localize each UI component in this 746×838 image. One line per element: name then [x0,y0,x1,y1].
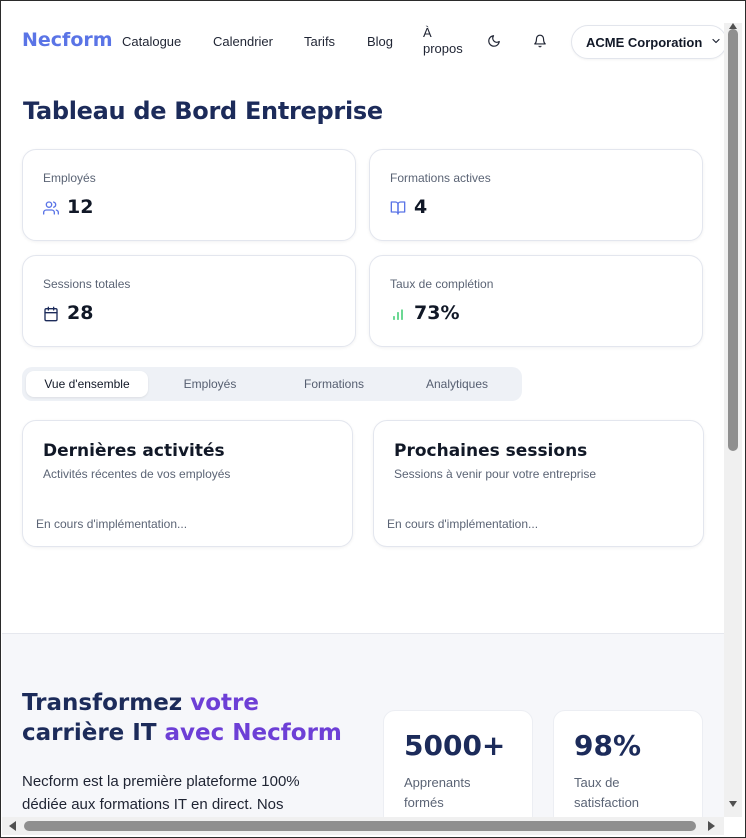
horizontal-scroll-thumb[interactable] [24,821,696,831]
company-selector[interactable]: ACME Corporation [571,25,724,59]
promo-stat-apprenants: 5000+ Apprenants formés [383,710,533,817]
panel-title: Dernières activités [43,441,225,461]
stat-card-taux-completion: Taux de complétion 73% [369,255,703,347]
promo-title-accent: avec Necform [164,720,342,746]
panel-prochaines-sessions: Prochaines sessions Sessions à venir pou… [373,420,704,547]
tab-formations[interactable]: Formations [272,371,396,397]
tab-vue-ensemble[interactable]: Vue d'ensemble [26,371,148,397]
promo-stat-value: 5000+ [404,729,506,762]
stat-value: 12 [67,196,94,218]
browser-window: Necform Catalogue Calendrier Tarifs Blog… [0,0,746,838]
vertical-scrollbar[interactable] [724,23,742,817]
nav-link-blog[interactable]: Blog [367,34,393,50]
stat-label: Employés [43,171,96,185]
chevron-down-icon [710,35,722,50]
panel-title: Prochaines sessions [394,441,588,461]
stat-card-sessions-totales: Sessions totales 28 [22,255,356,347]
calendar-icon [43,306,59,322]
scroll-left-arrow-icon[interactable] [9,821,16,831]
panel-content: En cours d'implémentation... [387,517,539,531]
bell-icon[interactable] [532,33,548,49]
panel-dernieres-activites: Dernières activités Activités récentes d… [22,420,353,547]
bar-chart-icon [390,306,406,322]
promo-title-part: Transformez [22,690,191,716]
promo-text: Necform est la première plateforme 100% … [22,773,300,813]
tab-analytiques[interactable]: Analytiques [396,371,518,397]
users-icon [43,200,59,216]
stat-label: Taux de complétion [390,277,494,291]
scroll-down-arrow-icon[interactable] [729,801,737,807]
top-navbar: Necform Catalogue Calendrier Tarifs Blog… [2,5,724,77]
panel-content: En cours d'implémentation... [36,517,188,531]
tab-employes[interactable]: Employés [152,371,268,397]
moon-icon[interactable] [486,33,502,49]
page-title: Tableau de Bord Entreprise [23,97,383,125]
company-selector-label: ACME Corporation [586,34,703,50]
horizontal-scrollbar[interactable] [2,817,724,835]
nav-link-tarifs[interactable]: Tarifs [304,34,335,50]
panel-subtitle: Activités récentes de vos employés [43,467,231,481]
dashboard-tabs: Vue d'ensemble Employés Formations Analy… [22,367,522,401]
promo-title: Transformez votre carrière IT avec Necfor… [22,688,362,748]
promo-section: Transformez votre carrière IT avec Necfor… [2,633,724,817]
promo-title-accent: votre [190,690,259,716]
stat-value: 4 [414,196,428,218]
page-viewport: Necform Catalogue Calendrier Tarifs Blog… [2,5,724,817]
stat-value: 73% [414,302,460,324]
scroll-right-arrow-icon[interactable] [708,821,715,831]
promo-stat-label: Apprenants formés [404,775,471,810]
nav-link-catalogue[interactable]: Catalogue [122,34,181,50]
stat-label: Sessions totales [43,277,131,291]
stat-card-formations-actives: Formations actives 4 [369,149,703,241]
panel-subtitle: Sessions à venir pour votre entreprise [394,467,597,481]
logo[interactable]: Necform [22,29,113,51]
stat-label: Formations actives [390,171,491,185]
vertical-scroll-thumb[interactable] [728,29,738,451]
stat-value: 28 [67,302,94,324]
nav-link-calendrier[interactable]: Calendrier [213,34,273,50]
promo-stat-value: 98% [574,729,642,762]
stat-card-employes: Employés 12 [22,149,356,241]
promo-stat-label: Taux de satisfaction [574,775,640,810]
promo-stat-satisfaction: 98% Taux de satisfaction [553,710,703,817]
nav-link-a-propos[interactable]: À propos [423,25,469,57]
promo-title-part: carrière IT [22,720,165,746]
book-open-icon [390,200,406,216]
